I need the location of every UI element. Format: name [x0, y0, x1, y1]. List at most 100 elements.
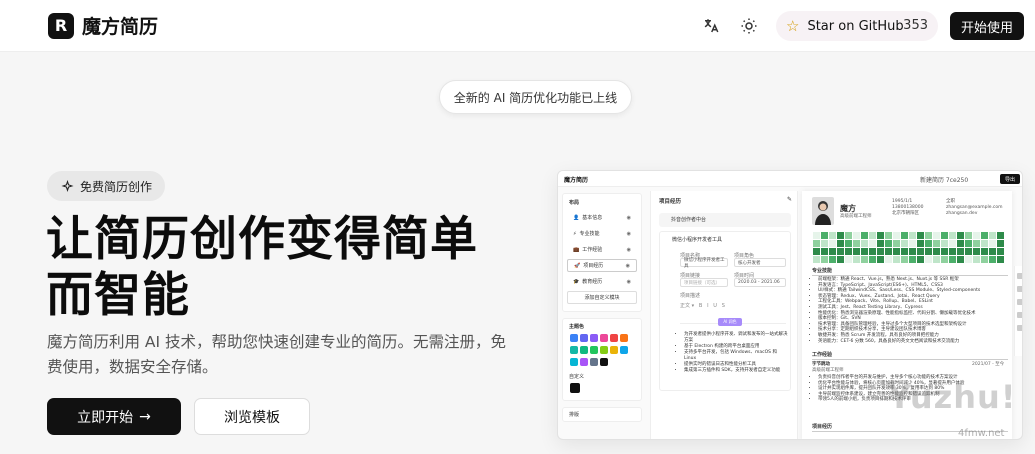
add-section-button[interactable]: 添加自定义模块 [567, 291, 637, 304]
theme-color-swatch[interactable] [580, 358, 588, 366]
theme-color-swatch[interactable] [600, 358, 608, 366]
field-role-input[interactable]: 核心开发者 [734, 258, 786, 267]
field-link-input[interactable]: 项目链接（可选） [680, 278, 728, 287]
theme-color-swatch[interactable] [580, 334, 588, 342]
visibility-icon[interactable]: ◉ [626, 263, 630, 269]
contribution-cell [860, 255, 868, 263]
theme-color-swatch[interactable] [590, 346, 598, 354]
contribution-cell [812, 239, 820, 247]
preview-export-button[interactable]: 导出 [1000, 174, 1020, 184]
theme-color-swatch[interactable] [620, 346, 628, 354]
theme-color-swatch[interactable] [570, 346, 578, 354]
layout-item[interactable]: 👤 基本信息 ◉ [567, 211, 637, 224]
skill-item: 英语能力：CET-6 分数 560，具备良好的英文文档阅读和技术交流能力 [818, 339, 1008, 345]
watermark-logo: Yuzhu! [888, 378, 1017, 416]
contribution-cell [956, 247, 964, 255]
contribution-cell [900, 239, 908, 247]
contribution-cell [868, 255, 876, 263]
contribution-cell [980, 239, 988, 247]
visibility-icon[interactable]: ◉ [627, 247, 631, 253]
contribution-cell [844, 255, 852, 263]
contribution-cell [900, 255, 908, 263]
ai-polish-button[interactable]: AI 润色 [718, 318, 742, 326]
theme-color-swatch[interactable] [610, 346, 618, 354]
custom-color-swatch[interactable] [570, 383, 580, 393]
work-time: 2021/07 - 至今 [972, 362, 1005, 367]
start-now-button[interactable]: 立即开始 → [47, 398, 181, 435]
layout-item[interactable]: 🎓 教育经历 ◉ [567, 275, 637, 288]
layout-item[interactable]: ⚡ 专业技能 ◉ [567, 227, 637, 240]
contribution-cell [964, 239, 972, 247]
preview-app-title: 魔方简历 [564, 177, 589, 184]
contribution-cell [812, 247, 820, 255]
layout-item[interactable]: 🚀 项目经历 ◉ [567, 259, 637, 272]
theme-color-swatch[interactable] [570, 334, 578, 342]
contribution-cell [828, 255, 836, 263]
edit-icon[interactable]: ✎ [787, 196, 792, 203]
visibility-icon[interactable]: ◉ [627, 279, 631, 285]
contribution-cell [844, 239, 852, 247]
layout-item-label: 基本信息 [582, 215, 603, 221]
contribution-cell [812, 231, 820, 239]
contribution-cell [956, 239, 964, 247]
theme-color-swatch[interactable] [600, 346, 608, 354]
section-icon: ⚡ [573, 230, 577, 237]
theme-color-swatch[interactable] [580, 346, 588, 354]
theme-title: 主题色 [569, 324, 585, 330]
contribution-cell [908, 239, 916, 247]
star-label: Star on GitHub [807, 18, 904, 34]
layout-item[interactable]: 💼 工作经验 ◉ [567, 243, 637, 256]
preview-side-toolbar[interactable] [1014, 266, 1022, 356]
contribution-cell [860, 239, 868, 247]
field-name-input[interactable]: 微信小程序开发者工具 [680, 258, 728, 269]
visibility-icon[interactable]: ◉ [627, 231, 631, 237]
layout-panel: 布局 👤 基本信息 ◉ ⚡ 专业技能 ◉ 💼 工作经验 ◉ 🚀 项目经历 ◉ 🎓 教育经历 ◉ 添加自定义模… [562, 193, 642, 312]
hero-subtitle: 魔方简历利用 AI 技术，帮助您快速创建专业的简历。无需注册，免费使用，数据安全… [47, 333, 507, 376]
typography-title: 排版 [569, 412, 580, 418]
contribution-cell [980, 255, 988, 263]
theme-color-swatch[interactable] [610, 334, 618, 342]
contribution-cell [980, 231, 988, 239]
github-star-button[interactable]: ☆ Star on GitHub 353 [776, 11, 938, 41]
preview-topbar: 魔方简历 新建简历 7ce250 导出 [558, 171, 1022, 187]
preview-sidebar: 布局 👤 基本信息 ◉ ⚡ 专业技能 ◉ 💼 工作经验 ◉ 🚀 项目经历 ◉ 🎓 教育经历 ◉ 添加自定义模… [562, 193, 642, 439]
project-desc-item: 为开发者提供小程序开发、调试和发布的一站式解决方案 [684, 332, 788, 344]
translate-icon[interactable] [701, 16, 721, 36]
logo[interactable]: R 魔方简历 [48, 12, 158, 39]
contribution-cell [940, 231, 948, 239]
contribution-cell [956, 231, 964, 239]
visibility-icon[interactable]: ◉ [627, 215, 631, 221]
contribution-cell [884, 255, 892, 263]
start-now-label: 立即开始 [77, 409, 134, 426]
contribution-cell [932, 239, 940, 247]
contribution-cell [876, 231, 884, 239]
contribution-cell [964, 231, 972, 239]
contribution-cell [820, 231, 828, 239]
browse-templates-button[interactable]: 浏览模板 [194, 398, 310, 435]
sun-icon[interactable] [739, 16, 759, 36]
brand-name: 魔方简历 [82, 16, 159, 38]
contribution-cell [940, 255, 948, 263]
project-item-2[interactable]: 微信小程序开发者工具 [672, 236, 722, 243]
work-role: 高级前端工程师 [812, 368, 844, 373]
theme-color-swatch[interactable] [590, 358, 598, 366]
contribution-cell [916, 247, 924, 255]
contribution-cell [892, 239, 900, 247]
avatar [812, 197, 834, 225]
contribution-cell [868, 247, 876, 255]
project-item-1[interactable]: 抖音创作者中台 [659, 213, 791, 227]
contribution-cell [948, 247, 956, 255]
contribution-cell [996, 255, 1004, 263]
theme-color-swatch[interactable] [590, 334, 598, 342]
announcement-pill[interactable]: 全新的 AI 简历优化功能已上线 [439, 80, 632, 114]
start-using-button[interactable]: 开始使用 [950, 12, 1024, 40]
theme-color-swatch[interactable] [600, 334, 608, 342]
contribution-cell [820, 239, 828, 247]
project-desc-item: 集成第三方插件和 SDK，支持开发者自定义功能 [684, 368, 788, 374]
theme-color-swatch[interactable] [570, 358, 578, 366]
work-title: 工作经验 [812, 351, 1008, 360]
contribution-cell [892, 231, 900, 239]
theme-color-swatch[interactable] [620, 334, 628, 342]
contribution-cell [988, 247, 996, 255]
field-time-input[interactable]: 2020.03 - 2021.06 [734, 278, 786, 287]
